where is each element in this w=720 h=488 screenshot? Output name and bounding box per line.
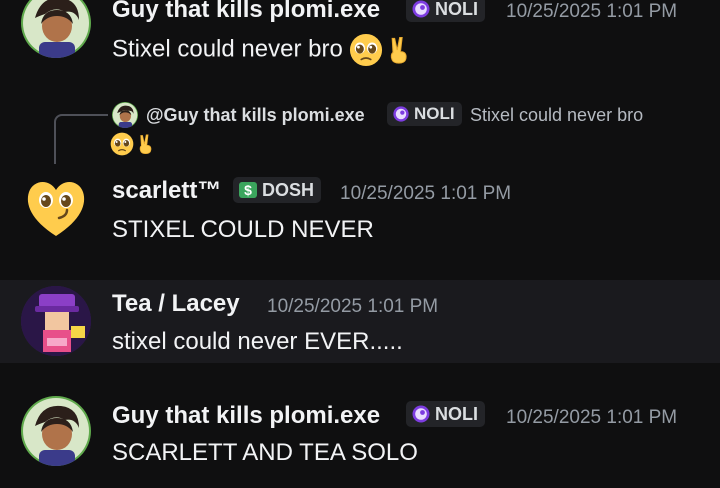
reply-emojis [110, 132, 156, 161]
reply-preview-text[interactable]: Stixel could never bro [470, 104, 643, 126]
message[interactable]: Tea / Lacey 10/25/2025 1:01 PM stixel co… [0, 280, 720, 363]
reply-avatar[interactable] [112, 102, 138, 128]
author-name[interactable]: Guy that kills plomi.exe [112, 402, 380, 430]
reply-guild-tag[interactable]: NOLI [387, 102, 462, 126]
timestamp: 10/25/2025 1:01 PM [506, 407, 678, 428]
tag-label: NOLI [435, 0, 478, 19]
message[interactable]: Guy that kills plomi.exe NOLI 10/25/2025… [0, 390, 720, 488]
purple-orb-icon [392, 105, 410, 123]
guild-tag[interactable]: NOLI [406, 401, 485, 427]
avatar[interactable] [21, 396, 91, 466]
message-text: stixel could never EVER..... [112, 328, 403, 355]
avatar[interactable] [21, 0, 91, 58]
message-text: SCARLETT AND TEA SOLO [112, 439, 418, 466]
victory-hand-icon [134, 132, 156, 156]
author-name[interactable]: Tea / Lacey [112, 290, 240, 318]
heart-face-icon [27, 181, 85, 236]
avatar[interactable] [21, 286, 91, 356]
reply-connector [54, 114, 108, 164]
tag-label: NOLI [414, 104, 455, 123]
message-text: Stixel could never bro [112, 35, 343, 63]
victory-hand-icon [383, 33, 413, 67]
guild-tag[interactable]: DOSH [233, 177, 322, 203]
message-text: STIXEL COULD NEVER [112, 216, 374, 243]
message[interactable]: Guy that kills plomi.exe NOLI 10/25/2025… [0, 0, 720, 80]
purple-orb-icon [411, 404, 431, 424]
roblox-avatar-icon [21, 286, 91, 356]
pleading-face-icon [349, 33, 383, 67]
tag-label: NOLI [435, 403, 478, 424]
tag-label: DOSH [262, 179, 315, 200]
purple-orb-icon [411, 0, 431, 19]
timestamp: 10/25/2025 1:01 PM [506, 1, 678, 22]
timestamp: 10/25/2025 1:01 PM [340, 183, 512, 204]
guild-tag[interactable]: NOLI [406, 0, 485, 22]
author-name[interactable]: Guy that kills plomi.exe [112, 0, 380, 24]
author-name[interactable]: scarlett™ [112, 177, 221, 205]
message-content: Stixel could never bro [112, 33, 413, 67]
dollar-sign-icon [238, 180, 258, 200]
reply-mention[interactable]: @Guy that kills plomi.exe [146, 104, 365, 126]
timestamp: 10/25/2025 1:01 PM [267, 296, 439, 317]
pleading-face-icon [110, 132, 134, 156]
avatar[interactable] [21, 172, 91, 242]
